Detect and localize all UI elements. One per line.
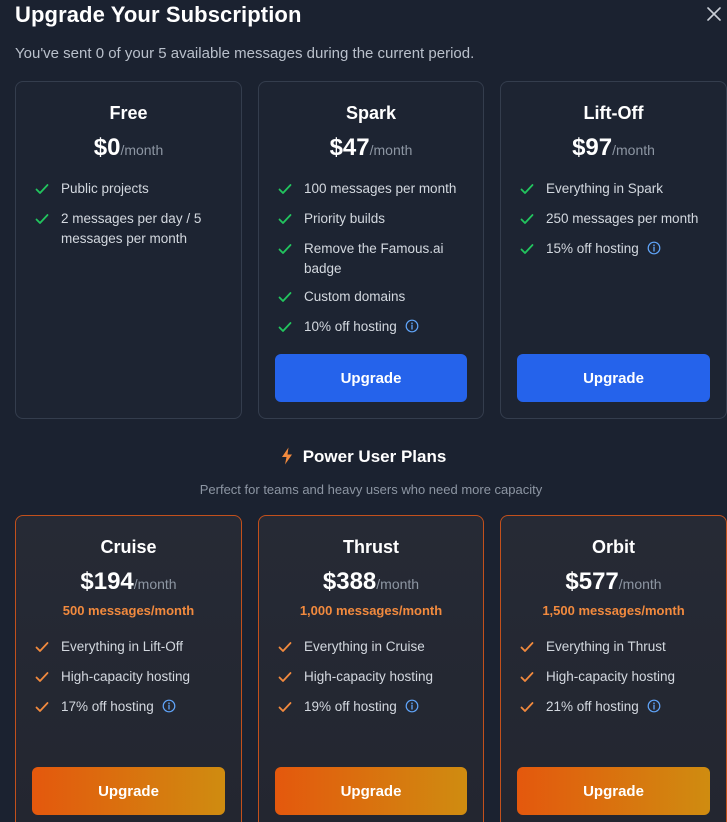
check-icon xyxy=(520,214,534,224)
plan-price: $47/month xyxy=(259,134,483,162)
upgrade-button-cruise[interactable]: Upgrade xyxy=(32,767,225,815)
feature-list: Everything in Cruise High-capacity hosti… xyxy=(278,637,473,727)
feature-item: Everything in Spark xyxy=(520,179,716,199)
plan-name: Orbit xyxy=(592,537,635,557)
price-period: /month xyxy=(618,576,662,592)
check-icon xyxy=(520,702,534,712)
messages-quota: 1,000 messages/month xyxy=(299,603,443,618)
price-period: /month xyxy=(369,142,413,158)
price-amount: $0 xyxy=(93,134,121,161)
dialog-title: Upgrade Your Subscription xyxy=(15,2,302,27)
price-period: /month xyxy=(133,576,177,592)
check-icon xyxy=(35,702,49,712)
upgrade-dialog: Upgrade Your Subscription You've sent 0 … xyxy=(0,0,727,822)
feature-item: High-capacity hosting xyxy=(278,667,473,687)
feature-item: 19% off hosting xyxy=(278,697,473,717)
check-icon xyxy=(278,672,292,682)
feature-item: Public projects xyxy=(35,179,231,199)
check-icon xyxy=(278,214,292,224)
feature-item: 250 messages per month xyxy=(520,209,716,229)
plan-name: Lift-Off xyxy=(583,103,644,123)
plan-price: $97/month xyxy=(501,134,726,162)
check-icon xyxy=(35,672,49,682)
plan-name: Thrust xyxy=(343,537,399,557)
plan-price: $388/month xyxy=(259,568,483,596)
check-icon xyxy=(35,642,49,652)
check-icon xyxy=(520,184,534,194)
feature-list: Everything in Thrust High-capacity hosti… xyxy=(520,637,716,727)
plan-name: Spark xyxy=(345,103,397,123)
feature-item: Remove the Famous.ai badge xyxy=(278,239,469,279)
upgrade-button-thrust[interactable]: Upgrade xyxy=(275,767,467,815)
price-amount: $388 xyxy=(322,568,377,595)
feature-list: Everything in Spark 250 messages per mon… xyxy=(520,179,716,269)
check-icon xyxy=(35,214,49,224)
power-section-title: Power User Plans xyxy=(0,447,727,467)
upgrade-button-spark[interactable]: Upgrade xyxy=(275,354,467,402)
feature-item: Everything in Cruise xyxy=(278,637,473,657)
info-icon[interactable] xyxy=(647,699,661,713)
check-icon xyxy=(278,244,292,254)
price-amount: $194 xyxy=(80,568,134,595)
plan-price: $0/month xyxy=(16,134,241,162)
feature-item: 21% off hosting xyxy=(520,697,716,717)
plan-card-free: Free $0/month Public projects 2 messages… xyxy=(15,81,242,419)
feature-item: 15% off hosting xyxy=(520,239,716,259)
check-icon xyxy=(278,184,292,194)
check-icon xyxy=(520,642,534,652)
price-amount: $47 xyxy=(329,134,370,161)
check-icon xyxy=(278,322,292,332)
info-icon[interactable] xyxy=(405,699,419,713)
price-period: /month xyxy=(120,142,164,158)
check-icon xyxy=(278,642,292,652)
info-icon[interactable] xyxy=(405,319,419,333)
messages-quota: 1,500 messages/month xyxy=(542,603,685,618)
feature-item: High-capacity hosting xyxy=(520,667,716,687)
price-period: /month xyxy=(612,142,655,158)
check-icon xyxy=(278,702,292,712)
plan-card-lift-off: Lift-Off $97/month Everything in Spark 2… xyxy=(500,81,727,419)
feature-list: Public projects 2 messages per day / 5 m… xyxy=(35,179,231,259)
plan-card-cruise: Cruise $194/month 500 messages/month Eve… xyxy=(15,515,242,822)
plan-card-orbit: Orbit $577/month 1,500 messages/month Ev… xyxy=(500,515,727,822)
feature-list: 100 messages per month Priority builds R… xyxy=(278,179,469,347)
check-icon xyxy=(278,292,292,302)
price-period: /month xyxy=(376,576,420,592)
messages-quota: 500 messages/month xyxy=(62,603,195,618)
feature-item: 17% off hosting xyxy=(35,697,231,717)
info-icon[interactable] xyxy=(162,699,176,713)
upgrade-button-lift-off[interactable]: Upgrade xyxy=(517,354,710,402)
plan-name: Free xyxy=(109,103,148,123)
feature-item: 100 messages per month xyxy=(278,179,469,199)
plan-price: $194/month xyxy=(16,568,241,596)
feature-item: 2 messages per day / 5 messages per mont… xyxy=(35,209,231,249)
plan-card-thrust: Thrust $388/month 1,000 messages/month E… xyxy=(258,515,484,822)
plan-price: $577/month xyxy=(501,568,726,596)
close-icon[interactable] xyxy=(704,4,724,24)
plan-name: Cruise xyxy=(100,537,157,557)
feature-item: Priority builds xyxy=(278,209,469,229)
info-icon[interactable] xyxy=(647,241,661,255)
lightning-bolt-icon xyxy=(281,447,292,465)
feature-item: 10% off hosting xyxy=(278,317,469,337)
check-icon xyxy=(35,184,49,194)
feature-list: Everything in Lift-Off High-capacity hos… xyxy=(35,637,231,727)
power-section-subtitle: Perfect for teams and heavy users who ne… xyxy=(199,482,543,497)
price-amount: $577 xyxy=(565,568,619,595)
upgrade-button-orbit[interactable]: Upgrade xyxy=(517,767,710,815)
price-amount: $97 xyxy=(572,134,613,161)
check-icon xyxy=(520,672,534,682)
feature-item: Everything in Lift-Off xyxy=(35,637,231,657)
feature-item: Custom domains xyxy=(278,287,469,307)
check-icon xyxy=(520,244,534,254)
feature-item: High-capacity hosting xyxy=(35,667,231,687)
feature-item: Everything in Thrust xyxy=(520,637,716,657)
usage-subtitle: You've sent 0 of your 5 available messag… xyxy=(15,45,475,62)
plan-card-spark: Spark $47/month 100 messages per month P… xyxy=(258,81,484,419)
